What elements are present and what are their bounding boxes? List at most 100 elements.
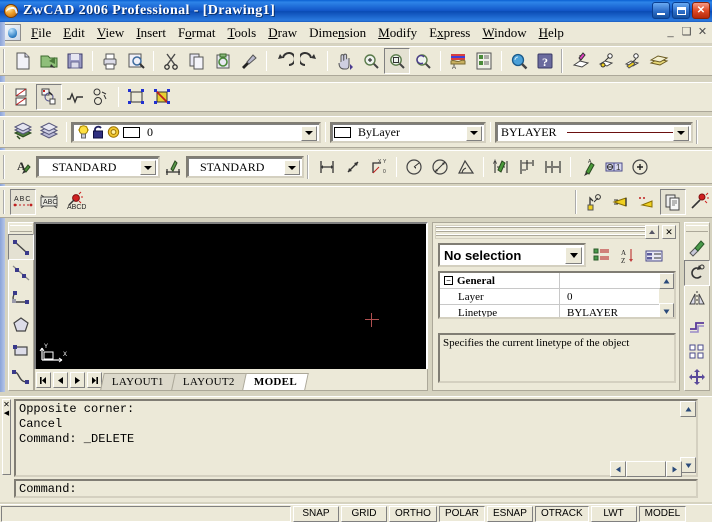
array-button[interactable]: [684, 338, 710, 364]
quick-leader-button[interactable]: A: [575, 154, 601, 180]
ucs-toolbar-grip[interactable]: [561, 49, 565, 73]
draw-toolbar-grip[interactable]: [10, 225, 32, 232]
copy-button[interactable]: [184, 48, 210, 74]
document-icon[interactable]: [4, 24, 21, 41]
styles-toolbar-grip[interactable]: [3, 155, 7, 179]
open-button[interactable]: [36, 48, 62, 74]
rectangle-button[interactable]: [8, 338, 34, 364]
command-hscroll-thumb[interactable]: [626, 461, 666, 477]
edit-viewport-button[interactable]: [36, 84, 62, 110]
viewports-button[interactable]: [10, 84, 36, 110]
find-replace-text-button[interactable]: ABCD: [62, 189, 88, 215]
command-input-line[interactable]: Command:: [14, 479, 698, 498]
center-mark-button[interactable]: [627, 154, 653, 180]
render-button[interactable]: A: [445, 48, 471, 74]
text-mask-button[interactable]: [634, 189, 660, 215]
drawing-canvas[interactable]: [36, 224, 426, 389]
command-scroll-right-button[interactable]: [666, 461, 682, 477]
layer-manager-button[interactable]: [10, 119, 36, 145]
express-toolbar-grip[interactable]: [575, 190, 579, 214]
tolerance-button[interactable]: 1: [601, 154, 627, 180]
zoom-previous-button[interactable]: [410, 48, 436, 74]
menu-draw[interactable]: Draw: [262, 23, 303, 43]
match-properties-button[interactable]: [236, 48, 262, 74]
text-fit-button[interactable]: [608, 189, 634, 215]
ucs-button[interactable]: [568, 48, 594, 74]
menu-insert[interactable]: Insert: [130, 23, 172, 43]
toggle-alphabetical-button[interactable]: AZ: [617, 245, 639, 267]
color-combo[interactable]: ByLayer: [330, 121, 486, 143]
status-toggle-model[interactable]: MODEL: [638, 505, 687, 522]
polyline-edit-button[interactable]: [62, 84, 88, 110]
cut-button[interactable]: [158, 48, 184, 74]
command-horizontal-scrollbar[interactable]: [14, 461, 698, 477]
layer-combo-arrow[interactable]: [301, 125, 317, 141]
quick-select-button[interactable]: [149, 84, 175, 110]
toggle-categorized-button[interactable]: [591, 245, 613, 267]
menu-view[interactable]: View: [91, 23, 130, 43]
property-row-general[interactable]: − General: [440, 273, 674, 289]
layer-combo[interactable]: 0: [71, 121, 321, 143]
menu-help[interactable]: Help: [533, 23, 570, 43]
new-button[interactable]: [10, 48, 36, 74]
layer-previous-button[interactable]: [36, 119, 62, 145]
paste-button[interactable]: [210, 48, 236, 74]
mdi-close-button[interactable]: ✕: [696, 25, 709, 38]
tab-nav-first[interactable]: [36, 372, 51, 388]
dim-diameter-button[interactable]: [427, 154, 453, 180]
tab-model[interactable]: MODEL: [241, 373, 309, 390]
status-toggle-grid[interactable]: GRID: [341, 505, 387, 522]
minimize-button[interactable]: [652, 2, 670, 19]
copy-text-button[interactable]: [660, 189, 686, 215]
save-button[interactable]: [62, 48, 88, 74]
help-button[interactable]: ?: [532, 48, 558, 74]
move-copy-rotate-button[interactable]: [582, 189, 608, 215]
tab-layout1[interactable]: LAYOUT1: [100, 373, 176, 390]
mirror-button[interactable]: [684, 286, 710, 312]
mdi-minimize-button[interactable]: _: [664, 25, 677, 38]
move-button[interactable]: [684, 364, 710, 390]
dim-baseline-button[interactable]: [514, 154, 540, 180]
scroll-up-button[interactable]: [659, 273, 674, 289]
status-toggle-snap[interactable]: SNAP: [293, 505, 339, 522]
dim-angular-button[interactable]: [453, 154, 479, 180]
undo-button[interactable]: [271, 48, 297, 74]
ucs-previous-button[interactable]: [594, 48, 620, 74]
offset-button[interactable]: [684, 312, 710, 338]
tab-nav-prev[interactable]: [53, 372, 68, 388]
close-button[interactable]: ✕: [692, 2, 710, 19]
dimension-style-arrow[interactable]: [284, 160, 300, 175]
text-style-combo[interactable]: STANDARD: [36, 156, 160, 178]
explode-button[interactable]: [88, 84, 114, 110]
print-preview-button[interactable]: [123, 48, 149, 74]
menu-edit[interactable]: Edit: [57, 23, 91, 43]
status-toggle-lwt[interactable]: LWT: [590, 505, 637, 522]
status-toggle-polar[interactable]: POLAR: [438, 505, 485, 522]
dimension-style-combo[interactable]: STANDARD: [186, 156, 304, 178]
dim-continue-button[interactable]: [540, 154, 566, 180]
dim-radius-button[interactable]: [401, 154, 427, 180]
viewport-toolbar-grip[interactable]: [3, 85, 7, 109]
menu-format[interactable]: Format: [172, 23, 222, 43]
tab-layout2[interactable]: LAYOUT2: [171, 373, 247, 390]
text-style-arrow[interactable]: [140, 160, 156, 175]
dimension-toolbar-grip[interactable]: [307, 155, 311, 179]
text-style-button[interactable]: A: [10, 154, 36, 180]
properties-button[interactable]: [471, 48, 497, 74]
rotate-button[interactable]: [684, 260, 710, 286]
selection-combo[interactable]: No selection: [438, 243, 586, 267]
property-row-layer[interactable]: Layer 0: [440, 288, 674, 305]
coordinate-display[interactable]: [1, 505, 291, 522]
drawing-area[interactable]: [34, 222, 428, 391]
properties-grid[interactable]: − General Layer 0 Linetype BYLAYER: [438, 271, 676, 319]
tab-nav-last[interactable]: [87, 372, 102, 388]
quick-dimension-button[interactable]: A: [488, 154, 514, 180]
construction-line-button[interactable]: [8, 260, 34, 286]
status-toggle-otrack[interactable]: OTRACK: [534, 505, 589, 522]
color-combo-arrow[interactable]: [466, 125, 482, 141]
print-button[interactable]: [97, 48, 123, 74]
multiline-text-button[interactable]: ABC: [10, 189, 36, 215]
command-scroll-left-icon[interactable]: ◀: [3, 409, 10, 418]
select-objects-button[interactable]: [123, 84, 149, 110]
text-toolbar-grip[interactable]: [3, 190, 7, 214]
